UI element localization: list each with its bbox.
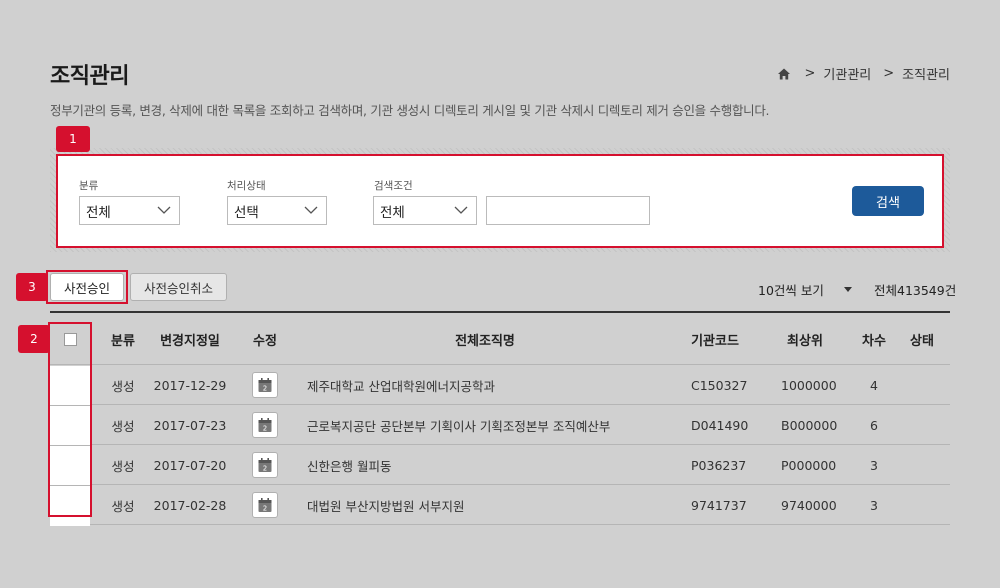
cell-code: 9741737 — [691, 497, 747, 513]
cell-date: 2017-07-20 — [153, 457, 227, 473]
breadcrumb-separator: > — [883, 66, 895, 81]
caret-down-icon — [843, 287, 852, 292]
table-header: 분류 변경지정일 수정 전체조직명 기관코드 최상위 차수 상태 — [50, 311, 950, 365]
cell-org-name: 제주대학교 산업대학원에너지공학과 — [307, 378, 495, 394]
callout-badge-2: 2 — [18, 325, 50, 353]
condition-select-value: 전체 — [380, 204, 405, 221]
breadcrumb-item-current: 조직관리 — [902, 68, 950, 83]
calendar-icon: 2 — [258, 418, 272, 433]
svg-text:2: 2 — [263, 505, 267, 513]
page-description: 정부기관의 등록, 변경, 삭제에 대한 목록을 조회하고 검색하며, 기관 생… — [50, 103, 770, 118]
callout-badge-3: 3 — [16, 273, 48, 301]
cell-edit: 2 — [252, 485, 278, 525]
svg-text:2: 2 — [263, 425, 267, 433]
keyword-input[interactable] — [486, 196, 650, 225]
condition-select[interactable]: 전체 — [373, 196, 477, 225]
cell-code: D041490 — [691, 417, 749, 433]
cell-edit: 2 — [252, 445, 278, 485]
cell-org-name: 신한은행 월피동 — [307, 458, 392, 474]
cell-status — [900, 405, 944, 445]
calendar-icon: 2 — [258, 498, 272, 513]
checkbox-column-highlight — [48, 322, 92, 517]
pre-approve-button[interactable]: 사전승인 — [50, 273, 124, 301]
cell-level: 3 — [870, 457, 878, 473]
page-title: 조직관리 — [50, 64, 129, 89]
cell-edit: 2 — [252, 365, 278, 405]
chevron-down-icon — [454, 206, 468, 214]
cell-date: 2017-12-29 — [153, 377, 227, 393]
cell-edit: 2 — [252, 405, 278, 445]
search-button[interactable]: 검색 — [852, 186, 924, 216]
cell-date: 2017-02-28 — [153, 497, 227, 513]
calendar-edit-button[interactable]: 2 — [252, 452, 278, 478]
table-row[interactable]: 생성 2017-02-28 2 대법원 부산지방법원 서부지원 9741737 … — [50, 485, 950, 525]
cell-status — [900, 485, 944, 525]
cell-top: 9740000 — [781, 497, 837, 513]
cell-level: 3 — [870, 497, 878, 513]
total-count: 전체413549건 — [874, 283, 957, 298]
cell-category: 생성 — [111, 378, 135, 394]
cell-level: 6 — [870, 417, 878, 433]
cell-code: P036237 — [691, 457, 747, 473]
callout-badge-1: 1 — [56, 126, 90, 152]
category-select[interactable]: 전체 — [79, 196, 180, 225]
cell-org-name: 근로복지공단 공단본부 기획이사 기획조정본부 조직예산부 — [307, 418, 611, 434]
org-table: 분류 변경지정일 수정 전체조직명 기관코드 최상위 차수 상태 생성 2017… — [50, 311, 950, 525]
header-top: 최상위 — [787, 333, 823, 349]
header-status: 상태 — [910, 333, 934, 349]
calendar-edit-button[interactable]: 2 — [252, 412, 278, 438]
cell-date: 2017-07-23 — [153, 417, 227, 433]
status-label: 처리상태 — [227, 180, 266, 192]
svg-text:2: 2 — [263, 465, 267, 473]
category-select-value: 전체 — [86, 204, 111, 221]
home-icon[interactable] — [777, 67, 791, 81]
header-level: 차수 — [862, 333, 886, 349]
condition-label: 검색조건 — [374, 180, 413, 192]
calendar-icon: 2 — [258, 458, 272, 473]
table-row[interactable]: 생성 2017-07-20 2 신한은행 월피동 P036237 P000000… — [50, 445, 950, 485]
pre-approve-cancel-button[interactable]: 사전승인취소 — [130, 273, 227, 301]
cell-status — [900, 365, 944, 405]
table-row[interactable]: 생성 2017-07-23 2 근로복지공단 공단본부 기획이사 기획조정본부 … — [50, 405, 950, 445]
cell-org-name: 대법원 부산지방법원 서부지원 — [307, 498, 465, 514]
status-select-value: 선택 — [234, 204, 259, 221]
header-org-name: 전체조직명 — [455, 333, 515, 349]
svg-text:2: 2 — [263, 385, 267, 393]
table-row[interactable]: 생성 2017-12-29 2 제주대학교 산업대학원에너지공학과 C15032… — [50, 365, 950, 405]
calendar-edit-button[interactable]: 2 — [252, 492, 278, 518]
chevron-down-icon — [304, 206, 318, 214]
calendar-icon: 2 — [258, 378, 272, 393]
breadcrumb-separator: > — [804, 66, 816, 81]
cell-category: 생성 — [111, 498, 135, 514]
header-category: 분류 — [111, 333, 135, 349]
cell-category: 생성 — [111, 418, 135, 434]
calendar-edit-button[interactable]: 2 — [252, 372, 278, 398]
cell-top: P000000 — [781, 457, 837, 473]
cell-status — [900, 445, 944, 485]
header-edit: 수정 — [253, 333, 277, 349]
chevron-down-icon — [157, 206, 171, 214]
breadcrumb: > 기관관리 > 조직관리 — [777, 64, 950, 83]
cell-category: 생성 — [111, 458, 135, 474]
per-page-value: 10건씩 보기 — [758, 283, 824, 298]
header-code: 기관코드 — [691, 333, 739, 349]
per-page-select[interactable]: 10건씩 보기 — [758, 280, 852, 299]
cell-top: 1000000 — [781, 377, 837, 393]
breadcrumb-item-org-mgmt[interactable]: 기관관리 — [823, 64, 871, 83]
header-date: 변경지정일 — [160, 333, 220, 349]
category-label: 분류 — [79, 180, 99, 192]
status-select[interactable]: 선택 — [227, 196, 327, 225]
cell-top: B000000 — [781, 417, 838, 433]
cell-level: 4 — [870, 377, 878, 393]
cell-code: C150327 — [691, 377, 748, 393]
